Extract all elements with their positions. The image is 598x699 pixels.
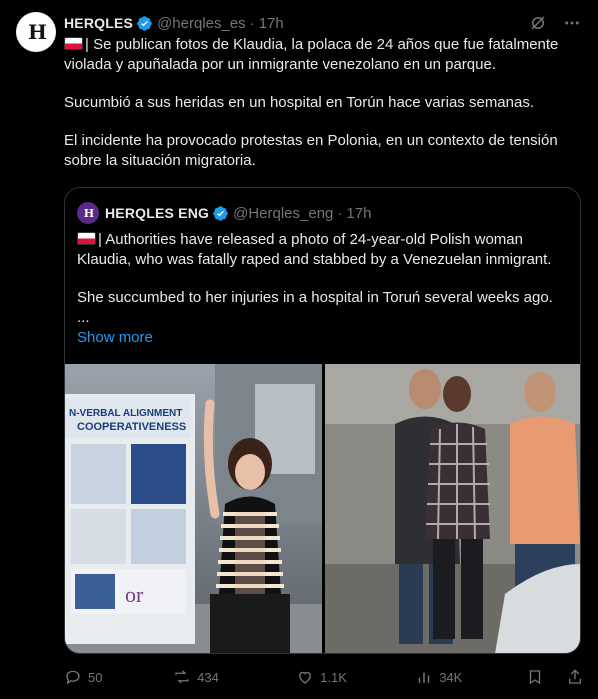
header-actions: [528, 13, 582, 33]
quoted-author-handle[interactable]: @Herqles_eng: [233, 205, 333, 222]
repost-icon: [175, 670, 189, 684]
views-icon: [418, 672, 430, 683]
quoted-tweet[interactable]: H HERQLES ENG @Herqles_eng · 17h | Autho…: [64, 187, 581, 654]
author-handle[interactable]: @herqles_es: [157, 15, 246, 32]
action-bar: 50 434 1.1K 34K: [64, 666, 584, 688]
reply-icon: [66, 670, 80, 685]
reply-button[interactable]: 50: [64, 668, 173, 686]
poster-logo: or: [125, 582, 144, 607]
grok-icon[interactable]: [528, 13, 548, 33]
verified-badge-icon: [213, 205, 228, 221]
quoted-author-name[interactable]: HERQLES ENG: [105, 205, 209, 221]
like-button[interactable]: 1.1K: [296, 668, 415, 686]
photo-arrest: [325, 364, 580, 653]
poster-title-2: COOPERATIVENESS: [77, 421, 186, 433]
author-name[interactable]: HERQLES: [64, 15, 133, 31]
poland-flag-icon: [64, 37, 83, 50]
bookmark-icon: [530, 670, 541, 685]
tweet-paragraph-2: Sucumbió a sus heridas en un hospital en…: [64, 94, 535, 111]
repost-button[interactable]: 434: [173, 668, 296, 686]
poland-flag-icon: [77, 232, 96, 245]
tweet-time[interactable]: 17h: [259, 15, 284, 32]
repost-count: 434: [197, 669, 219, 685]
more-options-icon[interactable]: [562, 13, 582, 33]
bookmark-button[interactable]: [526, 668, 566, 686]
quoted-header: H HERQLES ENG @Herqles_eng · 17h: [77, 202, 371, 224]
quoted-avatar[interactable]: H: [77, 202, 99, 224]
quoted-paragraph-1: | Authorities have released a photo of 2…: [77, 231, 552, 268]
share-icon: [569, 669, 581, 684]
like-count: 1.1K: [320, 669, 347, 685]
quoted-time[interactable]: 17h: [346, 205, 371, 222]
separator-dot: ·: [337, 204, 343, 222]
media-photo-1[interactable]: N-VERBAL ALIGNMENT COOPERATIVENESS or: [65, 364, 322, 653]
poster-title-1: N-VERBAL ALIGNMENT: [69, 408, 182, 419]
separator-dot: ·: [249, 14, 255, 32]
views-count: 34K: [439, 669, 463, 685]
verified-badge-icon: [137, 15, 152, 31]
photo-poster-woman: N-VERBAL ALIGNMENT COOPERATIVENESS or: [65, 364, 322, 653]
show-more-link[interactable]: Show more: [77, 329, 153, 346]
quoted-paragraph-2: She succumbed to her injuries in a hospi…: [77, 289, 553, 306]
tweet-paragraph-3: El incidente ha provocado protestas en P…: [64, 132, 558, 169]
quoted-text: | Authorities have released a photo of 2…: [77, 230, 572, 328]
quoted-ellipsis: ...: [77, 309, 90, 326]
tweet-text: | Se publican fotos de Klaudia, la polac…: [64, 35, 584, 189]
avatar-logo: H: [28, 20, 47, 44]
views-button[interactable]: 34K: [415, 668, 526, 686]
heart-icon: [299, 671, 312, 684]
tweet-paragraph-1: | Se publican fotos de Klaudia, la polac…: [64, 36, 559, 73]
tweet-header: HERQLES @herqles_es · 17h: [64, 13, 582, 33]
media-grid: N-VERBAL ALIGNMENT COOPERATIVENESS or: [65, 364, 580, 653]
share-button[interactable]: [566, 668, 584, 686]
author-avatar[interactable]: H: [16, 12, 56, 52]
reply-count: 50: [88, 669, 103, 685]
media-photo-2[interactable]: [325, 364, 580, 653]
